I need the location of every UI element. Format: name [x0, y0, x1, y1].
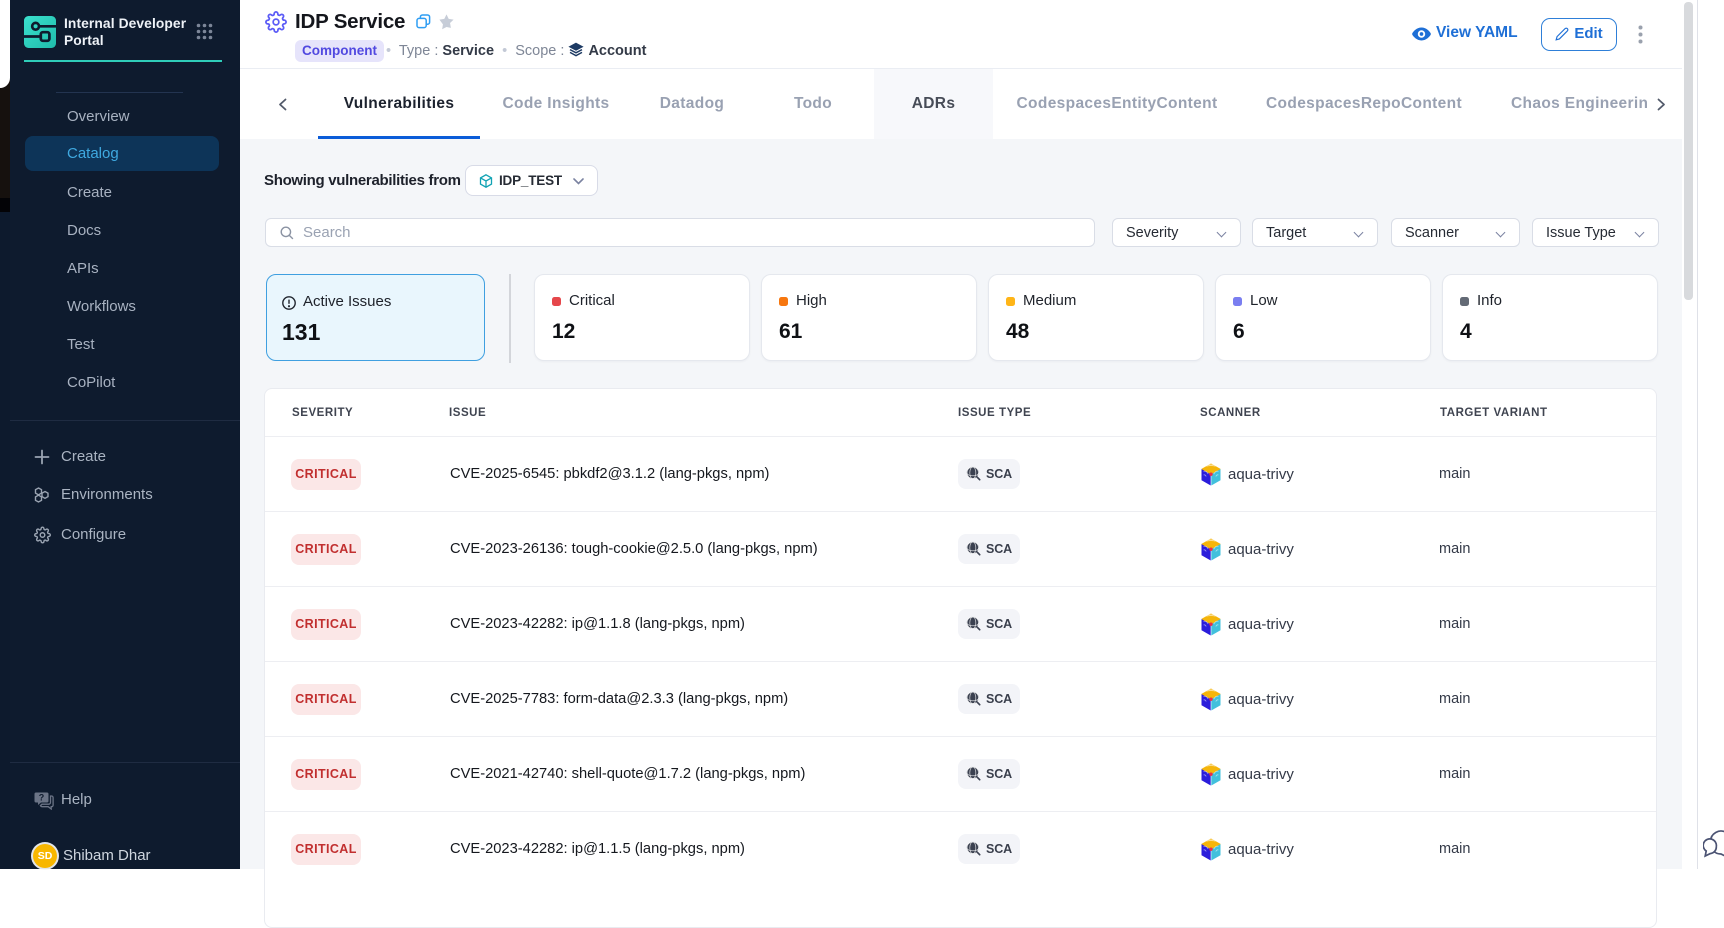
- svg-text:?: ?: [39, 793, 45, 803]
